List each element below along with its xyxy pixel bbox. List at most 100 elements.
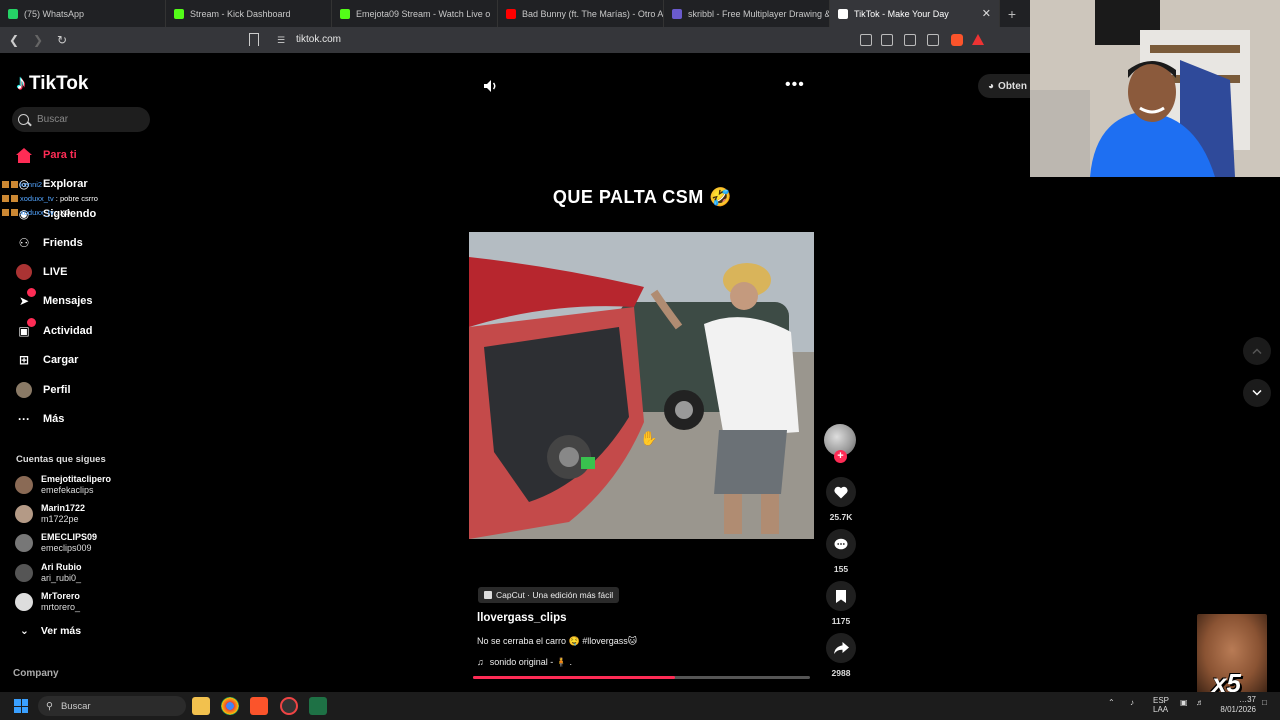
windows-start-icon[interactable]	[14, 699, 28, 713]
sidebar-item-mensajes[interactable]: ➤ Mensajes	[16, 288, 93, 311]
url-field[interactable]: tiktok.com	[296, 34, 341, 45]
microphone-icon[interactable]: ♪	[1130, 698, 1134, 707]
browser-tab-kick-stream[interactable]: Emejota09 Stream - Watch Live o	[332, 0, 498, 27]
volume-icon[interactable]	[483, 79, 499, 93]
video-progress-bar[interactable]	[473, 676, 810, 679]
tab-title: skribbl - Free Multiplayer Drawing &	[688, 8, 830, 19]
following-account[interactable]: Marin1722 m1722pe	[15, 501, 85, 527]
taskbar-search[interactable]: ⚲ Buscar	[38, 696, 186, 716]
webcam-overlay	[1030, 0, 1280, 177]
previous-video-button[interactable]	[1243, 337, 1271, 365]
search-input[interactable]: Buscar	[12, 107, 150, 132]
file-explorer-icon[interactable]	[192, 697, 210, 715]
browser-tab-whatsapp[interactable]: (75) WhatsApp	[0, 0, 166, 27]
media-control-icon[interactable]	[860, 34, 872, 46]
share-button[interactable]	[826, 633, 856, 663]
bookmark-icon[interactable]	[249, 33, 259, 46]
following-account[interactable]: EMECLIPS09 emeclips009	[15, 530, 97, 556]
follow-button[interactable]: +	[834, 450, 847, 463]
browser-tab-skribbl[interactable]: skribbl - Free Multiplayer Drawing &	[664, 0, 830, 27]
video-player[interactable]	[469, 232, 814, 539]
badge-icon	[2, 181, 9, 188]
more-icon: ···	[18, 412, 30, 426]
browser-tab-strip: (75) WhatsApp Stream - Kick Dashboard Em…	[0, 0, 1030, 27]
friends-icon: ⚇	[18, 236, 30, 250]
chat-message: xoduxx_tv : pobre csrro	[2, 194, 98, 203]
site-settings-icon[interactable]: ☰	[277, 35, 285, 46]
sidebar-item-live[interactable]: LIVE	[16, 262, 67, 282]
taskbar-search-label: Buscar	[60, 700, 91, 712]
excel-icon[interactable]	[309, 697, 327, 715]
sidebar-item-perfil[interactable]: Perfil	[16, 380, 71, 400]
send-icon: ➤	[16, 288, 36, 309]
language-indicator[interactable]: ESP LAA	[1153, 696, 1169, 714]
sidebar-item-actividad[interactable]: ▣ Actividad	[16, 318, 93, 341]
cast-icon[interactable]	[881, 34, 893, 46]
tray-expand-icon[interactable]: ⌃	[1108, 698, 1115, 707]
badge-icon	[11, 209, 18, 216]
account-name: MrTorero	[41, 591, 80, 601]
search-placeholder: Buscar	[37, 114, 69, 125]
browser-tab-tiktok[interactable]: TikTok - Make Your Day ✕	[830, 0, 1000, 27]
video-sound[interactable]: ♫ sonido original - 🧍 .	[477, 657, 572, 668]
video-author[interactable]: llovergass_clips	[477, 612, 567, 624]
following-account[interactable]: MrTorero mrtorero_	[15, 589, 80, 615]
account-handle: ari_rubi0_	[41, 573, 82, 583]
brave-rewards-icon[interactable]	[972, 34, 984, 45]
obs-icon[interactable]	[280, 697, 298, 715]
address-bar: ❮ ❯ ↻ ☰ tiktok.com	[0, 27, 1030, 53]
following-section-title: Cuentas que sigues	[16, 454, 106, 465]
sidebar-item-mas[interactable]: ··· Más	[16, 409, 64, 429]
account-name: Marin1722	[41, 503, 86, 513]
notifications-icon[interactable]: □	[1262, 698, 1267, 707]
chat-username: kenni2	[20, 180, 43, 189]
sidebar-item-friends[interactable]: ⚇ Friends	[16, 233, 83, 253]
music-note-icon: ♫	[477, 657, 484, 667]
clock-date: 8/01/2026	[1220, 705, 1256, 714]
chrome-icon[interactable]	[221, 697, 239, 715]
kick-icon	[174, 8, 184, 19]
company-link[interactable]: Company	[13, 668, 59, 679]
clock[interactable]: …37 8/01/2026	[1216, 695, 1256, 715]
brave-shields-icon[interactable]	[951, 34, 963, 46]
webcam-frame	[1030, 0, 1280, 177]
sidebar-item-cargar[interactable]: ⊞ Cargar	[16, 350, 79, 370]
browser-tab-youtube[interactable]: Bad Bunny (ft. The Marías) - Otro Ata	[498, 0, 664, 27]
account-handle: m1722pe	[41, 514, 79, 524]
see-more-button[interactable]: ⌄ Ver más	[20, 625, 81, 637]
heart-icon	[834, 486, 848, 498]
following-account[interactable]: Ari Rubio ari_rubi0_	[15, 560, 82, 586]
avatar	[15, 564, 33, 582]
capcut-label: CapCut · Una edición más fácil	[496, 590, 614, 600]
sidebar-item-label: Explorar	[43, 178, 88, 190]
chat-username: xoduxx_tv	[20, 194, 54, 203]
reload-icon[interactable]: ↻	[52, 33, 72, 47]
close-tab-icon[interactable]: ✕	[982, 7, 991, 20]
brave-icon[interactable]	[250, 697, 268, 715]
capcut-tag[interactable]: CapCut · Una edición más fácil	[478, 587, 620, 603]
tab-title: Bad Bunny (ft. The Marías) - Otro Ata	[522, 8, 664, 19]
share-icon[interactable]	[927, 34, 939, 46]
next-video-button[interactable]	[1243, 379, 1271, 407]
tiktok-logo[interactable]: ♪ TikTok	[16, 72, 88, 95]
comment-button[interactable]	[826, 529, 856, 559]
whatsapp-icon	[8, 8, 18, 19]
sound-label: sonido original - 🧍 .	[489, 657, 572, 667]
chat-username: xoduxx_tv	[20, 208, 54, 217]
speaker-icon[interactable]: ♬	[1196, 698, 1204, 707]
new-tab-button[interactable]: +	[1000, 6, 1024, 22]
tab-title: Emejota09 Stream - Watch Live o	[356, 8, 491, 19]
comment-icon	[834, 538, 848, 549]
more-options-icon[interactable]: •••	[785, 76, 805, 94]
avatar	[15, 476, 33, 494]
save-button[interactable]	[826, 581, 856, 611]
network-icon[interactable]: ▣	[1180, 698, 1188, 707]
translate-icon[interactable]	[904, 34, 916, 46]
browser-tab-kick-dashboard[interactable]: Stream - Kick Dashboard	[166, 0, 332, 27]
tiktok-icon	[838, 8, 848, 19]
like-button[interactable]	[826, 477, 856, 507]
back-icon[interactable]: ❮	[4, 33, 24, 47]
following-account[interactable]: Emejotitaclipero emefekaclips	[15, 472, 111, 498]
sidebar-item-para-ti[interactable]: Para ti	[16, 145, 77, 165]
forward-icon[interactable]: ❯	[28, 33, 48, 47]
